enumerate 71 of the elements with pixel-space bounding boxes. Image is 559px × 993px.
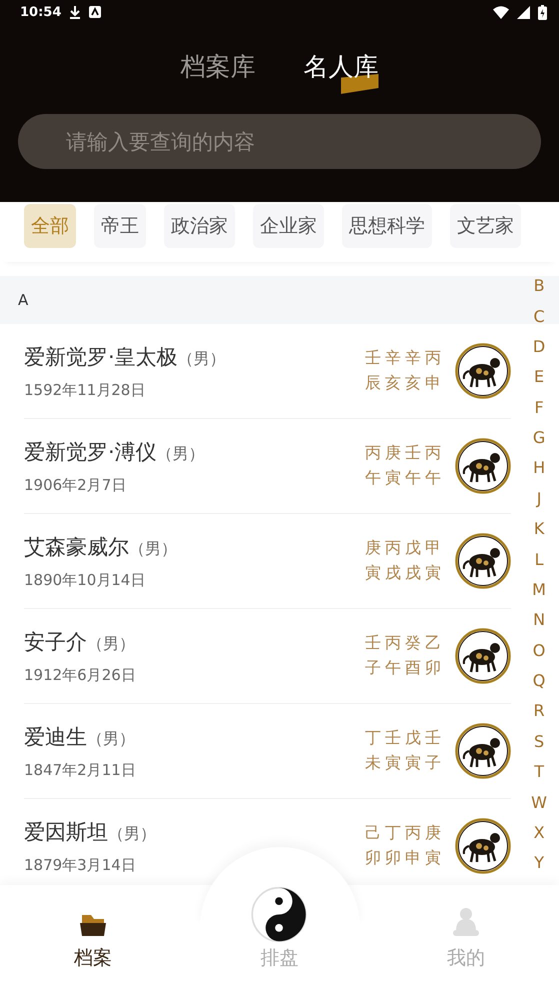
birth-date: 1879年3月14日 bbox=[24, 856, 137, 874]
index-letter[interactable]: M bbox=[532, 580, 546, 600]
index-letter[interactable]: J bbox=[536, 488, 542, 509]
person-name: 爱新觉罗·溥仪（男） bbox=[24, 438, 206, 466]
tab[interactable]: 名人库 bbox=[304, 50, 378, 96]
download-icon bbox=[69, 5, 82, 19]
index-letter[interactable]: O bbox=[532, 640, 546, 661]
branches-text: 寅戌戌寅 bbox=[365, 563, 445, 584]
index-letter[interactable]: T bbox=[534, 762, 544, 782]
stems-text: 庚丙戊甲 bbox=[365, 538, 445, 559]
index-letter[interactable]: S bbox=[534, 732, 544, 752]
stems-text: 壬丙癸乙 bbox=[365, 633, 445, 654]
index-letter[interactable]: H bbox=[533, 458, 546, 478]
index-letter[interactable]: R bbox=[534, 701, 545, 722]
index-letter[interactable]: F bbox=[534, 398, 544, 418]
birth-date: 1890年10月14日 bbox=[24, 570, 146, 590]
index-letter[interactable]: C bbox=[534, 306, 545, 327]
person-name: 爱新觉罗·皇太极（男） bbox=[24, 344, 227, 370]
filter-chip[interactable]: 思想科学 bbox=[342, 204, 432, 248]
filter-chip[interactable]: 政治家 bbox=[164, 204, 235, 248]
branches-text: 未寅寅子 bbox=[365, 753, 445, 774]
birth-date: 1906年2月7日 bbox=[24, 476, 128, 494]
animal-icon bbox=[455, 343, 511, 399]
index-letter[interactable]: D bbox=[532, 336, 546, 357]
tab[interactable]: 档案库 bbox=[180, 50, 256, 96]
filter-chip[interactable]: 文艺家 bbox=[450, 204, 521, 248]
status-time: 10:54 bbox=[20, 4, 62, 20]
index-letter[interactable]: K bbox=[534, 519, 544, 540]
person-name: 爱迪生（男） bbox=[24, 724, 136, 750]
index-letter[interactable]: X bbox=[534, 822, 545, 843]
index-letter[interactable]: N bbox=[533, 610, 546, 630]
section-letter: A bbox=[18, 291, 28, 309]
filter-chip[interactable]: 帝王 bbox=[94, 204, 146, 248]
nav-tab[interactable]: 档案 bbox=[0, 885, 186, 993]
stems-text: 己丁丙庚 bbox=[365, 823, 445, 844]
branches-text: 辰亥亥申 bbox=[365, 373, 445, 394]
animal-icon bbox=[455, 628, 511, 684]
index-letter[interactable]: Y bbox=[534, 853, 544, 874]
stems-text: 壬辛辛丙 bbox=[365, 348, 445, 369]
index-letter[interactable]: W bbox=[531, 792, 547, 813]
folder-icon bbox=[79, 913, 108, 937]
meditating-figure-icon bbox=[452, 907, 480, 937]
animal-icon bbox=[455, 723, 511, 779]
filter-chip[interactable]: 企业家 bbox=[253, 204, 324, 248]
animal-icon bbox=[455, 438, 511, 494]
index-letter[interactable]: G bbox=[532, 428, 546, 448]
animal-icon bbox=[455, 533, 511, 589]
index-letter[interactable]: B bbox=[534, 276, 545, 296]
animal-icon bbox=[455, 818, 511, 874]
nav-tab[interactable]: 排盘 bbox=[186, 885, 373, 993]
search-field[interactable]: 请输入要查询的内容 bbox=[18, 114, 541, 169]
stems-text: 丁壬戊壬 bbox=[365, 728, 445, 749]
index-letter[interactable]: L bbox=[534, 550, 544, 570]
branches-text: 卯卯申寅 bbox=[365, 848, 445, 869]
person-name: 安子介（男） bbox=[24, 628, 136, 656]
person-name: 爱因斯坦（男） bbox=[24, 818, 157, 846]
birth-date: 1592年11月28日 bbox=[24, 380, 146, 400]
wifi-icon bbox=[493, 6, 509, 18]
index-letter[interactable]: Q bbox=[532, 671, 546, 692]
person-name: 艾森豪威尔（男） bbox=[24, 534, 178, 560]
signal-icon bbox=[517, 6, 530, 18]
stems-text: 丙庚壬丙 bbox=[365, 443, 445, 464]
birth-date: 1847年2月11日 bbox=[24, 760, 137, 780]
birth-date: 1912年6月26日 bbox=[24, 666, 137, 684]
branches-text: 午寅午午 bbox=[365, 468, 445, 489]
battery-icon bbox=[538, 4, 547, 20]
filter-chip[interactable]: 全部 bbox=[24, 204, 76, 248]
nav-tab[interactable]: 我的 bbox=[372, 885, 559, 993]
index-letter[interactable]: E bbox=[534, 367, 544, 388]
app-notification-icon bbox=[89, 6, 102, 18]
branches-text: 子午酉卯 bbox=[365, 658, 445, 679]
